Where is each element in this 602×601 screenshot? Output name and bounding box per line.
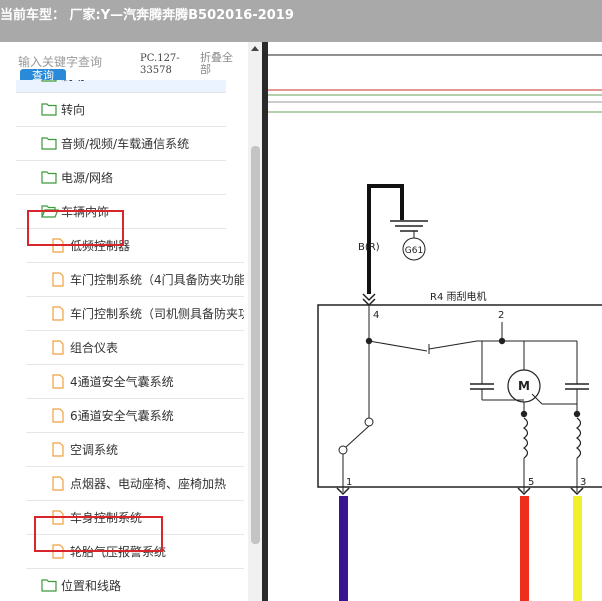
- tree-item-label: 低频控制器: [70, 239, 131, 253]
- tree-item[interactable]: 6通道安全气囊系统: [26, 398, 244, 433]
- directory-tree: 制动 转向 音频/视频/车载通信系统 电源/网络 车辆内饰 低频控制器 车门控制…: [0, 80, 248, 601]
- tree-item[interactable]: 低频控制器: [26, 228, 244, 263]
- pin-number: 3: [580, 477, 586, 488]
- document-icon: [52, 476, 64, 494]
- tree-item-label: 音频/视频/车载通信系统: [61, 137, 190, 151]
- tree-item-label: 组合仪表: [70, 341, 119, 355]
- search-input[interactable]: [18, 54, 130, 70]
- wire-purple: [339, 496, 348, 601]
- document-icon: [52, 544, 64, 562]
- component-label: R4 雨刮电机: [430, 290, 487, 303]
- tree-item-label: 6通道安全气囊系统: [70, 409, 174, 423]
- pin-number: 1: [346, 477, 352, 488]
- tree-item[interactable]: 组合仪表: [26, 330, 244, 365]
- tree-item-label: 4通道安全气囊系统: [70, 375, 174, 389]
- tree-item[interactable]: 电源/网络: [16, 160, 226, 195]
- left-panel: 查询 PC.127-33578 折叠全部 制动 转向 音频/视频/车载通信系统 …: [0, 42, 262, 601]
- tree-item-label: 车辆内饰: [61, 205, 110, 219]
- tree-item-label: 电源/网络: [61, 171, 114, 185]
- connector-chevron: [362, 293, 376, 302]
- tree-item-label: 轮胎气压报警系统: [70, 545, 167, 559]
- tree-item-label: 点烟器、电动座椅、座椅加热: [70, 477, 227, 491]
- coil: [575, 417, 582, 459]
- scrollbar-thumb[interactable]: [251, 146, 260, 544]
- switch-contact: [368, 340, 428, 352]
- page-range-label: PC.127-33578: [140, 53, 180, 76]
- tree-item-body-control-system[interactable]: 车身控制系统: [26, 500, 244, 535]
- tree-item[interactable]: 4通道安全气囊系统: [26, 364, 244, 399]
- tree-item-label: 空调系统: [70, 443, 119, 457]
- wire-label: B(R): [358, 242, 380, 253]
- ground-label: G61: [405, 246, 423, 256]
- circuit-line: [428, 340, 478, 350]
- pin-number: 5: [528, 477, 534, 488]
- tree-item-label: 位置和线路: [61, 579, 122, 593]
- folder-open-icon: [41, 204, 59, 221]
- tree-item[interactable]: 点烟器、电动座椅、座椅加热: [26, 466, 244, 501]
- coil: [522, 417, 529, 459]
- tree-item[interactable]: 转向: [16, 92, 226, 127]
- tree-item[interactable]: 音频/视频/车载通信系统: [16, 126, 226, 161]
- tree-item-label: 转向: [61, 103, 86, 117]
- component-box: [317, 304, 602, 488]
- tree-item[interactable]: 车门控制系统（司机侧具备防夹功能）: [26, 296, 244, 331]
- tree-item[interactable]: 车门控制系统（4门具备防夹功能）: [26, 262, 244, 297]
- tree-item-label: 车门控制系统（4门具备防夹功能）: [70, 273, 244, 287]
- tree-item[interactable]: 轮胎气压报警系统: [26, 534, 244, 569]
- switch-terminal: [338, 445, 348, 455]
- scroll-up-arrow-icon[interactable]: [251, 46, 259, 51]
- motor-label: M: [518, 379, 530, 393]
- tree-item[interactable]: 位置和线路: [16, 568, 226, 601]
- junction-dot: [520, 410, 528, 418]
- current-model-title: 当前车型： 厂家:Y—汽奔腾奔腾B502016-2019: [0, 8, 294, 23]
- document-icon: [52, 374, 64, 392]
- wiring-diagram: B(R) G61 R4 雨刮电机 4 2 1 5 3 M: [268, 54, 602, 601]
- document-icon: [52, 272, 64, 290]
- tree-item[interactable]: 空调系统: [26, 432, 244, 467]
- document-icon: [52, 408, 64, 426]
- document-icon: [52, 238, 64, 256]
- document-icon: [52, 340, 64, 358]
- vertical-scrollbar[interactable]: [248, 42, 262, 601]
- tree-item-vehicle-interior[interactable]: 车辆内饰: [16, 194, 226, 229]
- folder-icon: [41, 170, 57, 187]
- wire-yellow: [573, 496, 582, 601]
- document-icon: [52, 510, 64, 528]
- collapse-all-button[interactable]: 折叠全部: [200, 52, 240, 76]
- tree-item-label: 车身控制系统: [70, 511, 143, 525]
- switch-terminal: [364, 417, 374, 427]
- diagram-viewer[interactable]: B(R) G61 R4 雨刮电机 4 2 1 5 3 M: [262, 42, 602, 601]
- tree-item-label: 车门控制系统（司机侧具备防夹功能）: [70, 307, 244, 321]
- folder-icon: [41, 136, 57, 153]
- document-icon: [52, 306, 64, 324]
- switch-contact: [345, 425, 370, 448]
- folder-icon: [41, 102, 57, 119]
- pin-number: 4: [373, 310, 379, 321]
- folder-icon: [41, 578, 57, 595]
- document-icon: [52, 442, 64, 460]
- wire-black: [367, 184, 404, 294]
- title-bar: 当前车型： 厂家:Y—汽奔腾奔腾B502016-2019: [0, 0, 602, 42]
- wire-red: [520, 496, 529, 601]
- tree-item-label: 制动: [61, 80, 85, 84]
- pin-number: 2: [498, 310, 504, 321]
- folder-icon: [41, 80, 57, 85]
- junction-dot: [573, 410, 581, 418]
